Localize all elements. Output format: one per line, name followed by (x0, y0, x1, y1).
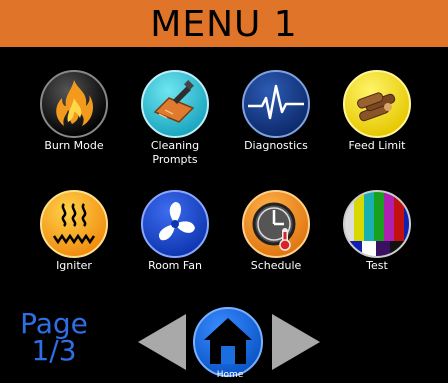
test-button[interactable]: Test (327, 188, 427, 273)
room-fan-button[interactable]: Room Fan (125, 188, 225, 273)
feed-limit-button[interactable]: Feed Limit (327, 68, 427, 153)
page-title: MENU 1 (150, 4, 298, 45)
clock-thermometer-icon (242, 190, 310, 258)
tile-label: Burn Mode (44, 139, 104, 152)
diagnostics-button[interactable]: Diagnostics (226, 68, 326, 153)
tile-label: Igniter (56, 259, 92, 272)
previous-page-arrow-icon[interactable] (136, 312, 188, 372)
cleaning-prompts-button[interactable]: Cleaning Prompts (125, 68, 225, 167)
cleaning-shovel-icon (141, 70, 209, 138)
flame-icon (40, 70, 108, 138)
tile-label: Room Fan (148, 259, 202, 272)
heartbeat-icon (242, 70, 310, 138)
next-page-arrow-icon[interactable] (270, 312, 322, 372)
home-label: Home (216, 370, 244, 380)
tile-label: Feed Limit (348, 139, 406, 152)
igniter-coil-icon (40, 190, 108, 258)
menu-header: MENU 1 (0, 0, 448, 50)
page-indicator: Page 1/3 (20, 307, 88, 367)
tile-label: Schedule (250, 259, 302, 272)
tile-label: Diagnostics (244, 139, 308, 152)
test-pattern-icon (343, 190, 411, 258)
wood-logs-icon (343, 70, 411, 138)
fan-icon (141, 190, 209, 258)
tile-label: Test (366, 259, 388, 272)
igniter-button[interactable]: Igniter (24, 188, 124, 273)
burn-mode-button[interactable]: Burn Mode (24, 68, 124, 153)
schedule-button[interactable]: Schedule (226, 188, 326, 273)
home-button[interactable] (190, 304, 266, 380)
tile-label: Cleaning Prompts (150, 139, 200, 166)
